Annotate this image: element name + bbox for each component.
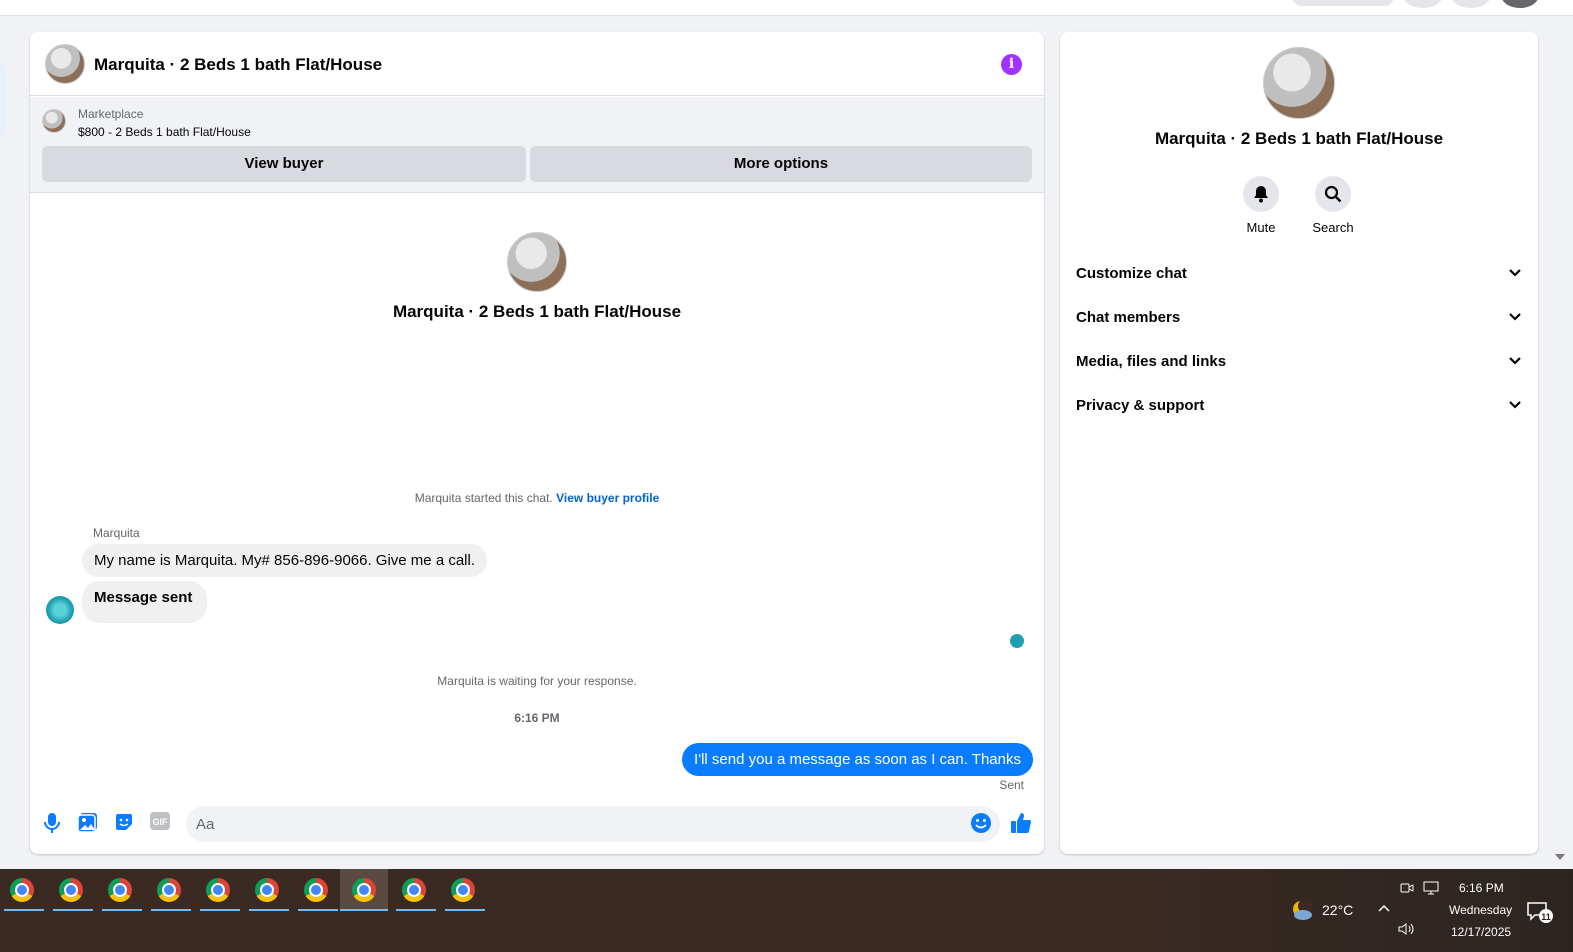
chevron-down-icon — [1508, 309, 1522, 326]
microphone-icon[interactable] — [40, 812, 64, 836]
chat-details-panel: Marquita · 2 Beds 1 bath Flat/House Mute… — [1060, 32, 1538, 854]
scrollbar-down-arrow[interactable] — [1555, 854, 1565, 860]
chrome-icon — [451, 878, 475, 902]
notification-center-icon[interactable]: 11 — [1526, 901, 1554, 928]
section-label: Media, files and links — [1076, 352, 1227, 370]
view-buyer-profile-link[interactable]: View buyer profile — [556, 491, 659, 505]
info-icon[interactable]: i — [1001, 54, 1022, 75]
message-composer: GIF — [30, 802, 1044, 852]
clock-date[interactable]: 12/17/2025 — [1451, 925, 1511, 939]
taskbar-chrome-app[interactable] — [2, 869, 44, 911]
listing-price[interactable]: $800 - 2 Beds 1 bath Flat/House — [78, 125, 251, 139]
section-label: Chat members — [1076, 308, 1181, 326]
media-files-links-section[interactable]: Media, files and links — [1068, 341, 1530, 381]
details-avatar[interactable] — [1263, 47, 1335, 119]
chat-members-section[interactable]: Chat members — [1068, 297, 1530, 337]
weather-temperature[interactable]: 22°C — [1322, 902, 1353, 918]
chat-started-notice: Marquita started this chat. View buyer p… — [30, 491, 1044, 505]
mute-label: Mute — [1246, 220, 1276, 235]
clock-time[interactable]: 6:16 PM — [1459, 881, 1504, 895]
weather-icon[interactable] — [1290, 899, 1314, 924]
listing-banner: Marketplace $800 - 2 Beds 1 bath Flat/Ho… — [30, 97, 1044, 193]
left-nav-highlight — [0, 64, 6, 136]
chrome-icon — [402, 878, 426, 902]
message-timestamp: 6:16 PM — [514, 711, 560, 725]
chat-panel: Marquita · 2 Beds 1 bath Flat/House i Ma… — [30, 32, 1044, 854]
customize-chat-section[interactable]: Customize chat — [1068, 253, 1530, 293]
gif-icon[interactable]: GIF — [148, 812, 172, 836]
details-name: Marquita · 2 Beds 1 bath Flat/House — [1154, 129, 1444, 148]
incoming-message[interactable]: Message sent — [82, 581, 208, 623]
chrome-icon — [157, 878, 181, 902]
taskbar-chrome-app[interactable] — [198, 869, 240, 911]
top-navigation-bar — [0, 0, 1573, 16]
taskbar-chrome-app[interactable] — [394, 869, 436, 911]
svg-text:GIF: GIF — [153, 817, 169, 827]
chrome-icon — [108, 878, 132, 902]
taskbar-chrome-app[interactable] — [247, 869, 289, 911]
sender-avatar[interactable] — [46, 596, 74, 624]
chevron-down-icon — [1508, 265, 1522, 282]
top-nav-button[interactable] — [1452, 0, 1490, 8]
read-receipt-avatar — [1010, 634, 1024, 648]
account-avatar[interactable] — [1502, 0, 1538, 8]
chrome-icon — [304, 878, 328, 902]
message-input[interactable] — [186, 806, 1000, 842]
chevron-up-icon[interactable] — [1377, 901, 1391, 916]
taskbar-chrome-app[interactable] — [296, 869, 338, 911]
volume-icon[interactable] — [1398, 922, 1416, 939]
emoji-icon[interactable] — [969, 812, 993, 836]
taskbar-chrome-app[interactable] — [100, 869, 142, 911]
search-icon[interactable] — [1315, 176, 1351, 212]
thumbs-up-icon[interactable] — [1009, 812, 1033, 836]
network-icon[interactable] — [1423, 881, 1439, 898]
bell-icon[interactable] — [1243, 176, 1279, 212]
chat-title[interactable]: Marquita · 2 Beds 1 bath Flat/House — [94, 55, 382, 75]
chat-avatar[interactable] — [45, 44, 85, 84]
section-label: Privacy & support — [1076, 396, 1205, 414]
photo-icon[interactable] — [76, 812, 100, 836]
top-nav-pill[interactable] — [1292, 0, 1394, 6]
sticker-icon[interactable] — [112, 812, 136, 836]
clock-day[interactable]: Wednesday — [1449, 903, 1512, 917]
taskbar-chrome-app-active[interactable] — [340, 869, 388, 911]
chrome-icon — [206, 878, 230, 902]
taskbar-chrome-app[interactable] — [443, 869, 485, 911]
chat-started-text: Marquita started this chat. — [414, 491, 553, 505]
taskbar-chrome-app[interactable] — [51, 869, 93, 911]
listing-source: Marketplace — [78, 107, 144, 121]
chrome-icon — [59, 878, 83, 902]
outgoing-message[interactable]: I'll send you a message as soon as I can… — [682, 743, 1033, 776]
waiting-notice: Marquita is waiting for your response. — [437, 674, 637, 688]
top-nav-button[interactable] — [1404, 0, 1442, 8]
windows-taskbar: 22°C 6:16 PM Wednesday 12/17/2025 11 — [0, 869, 1573, 952]
search-action[interactable]: Search — [1303, 176, 1363, 235]
sent-status: Sent — [999, 778, 1024, 792]
camera-icon[interactable] — [1400, 881, 1414, 898]
sender-name: Marquita — [93, 526, 140, 540]
more-options-button[interactable]: More options — [530, 146, 1032, 182]
chat-header: Marquita · 2 Beds 1 bath Flat/House i — [30, 32, 1044, 96]
incoming-message[interactable]: My name is Marquita. My# 856-896-9066. G… — [82, 544, 487, 577]
listing-thumbnail[interactable] — [42, 109, 66, 133]
notification-count: 11 — [1541, 912, 1551, 922]
chevron-down-icon — [1508, 353, 1522, 370]
privacy-support-section[interactable]: Privacy & support — [1068, 385, 1530, 425]
taskbar-chrome-app[interactable] — [149, 869, 191, 911]
chrome-icon — [10, 878, 34, 902]
chrome-icon — [352, 878, 376, 902]
mute-action[interactable]: Mute — [1231, 176, 1291, 235]
profile-name: Marquita · 2 Beds 1 bath Flat/House — [392, 302, 682, 321]
profile-avatar[interactable] — [507, 232, 567, 292]
section-label: Customize chat — [1076, 264, 1187, 282]
chrome-icon — [255, 878, 279, 902]
view-buyer-button[interactable]: View buyer — [42, 146, 526, 182]
chevron-down-icon — [1508, 397, 1522, 414]
search-label: Search — [1312, 220, 1354, 235]
